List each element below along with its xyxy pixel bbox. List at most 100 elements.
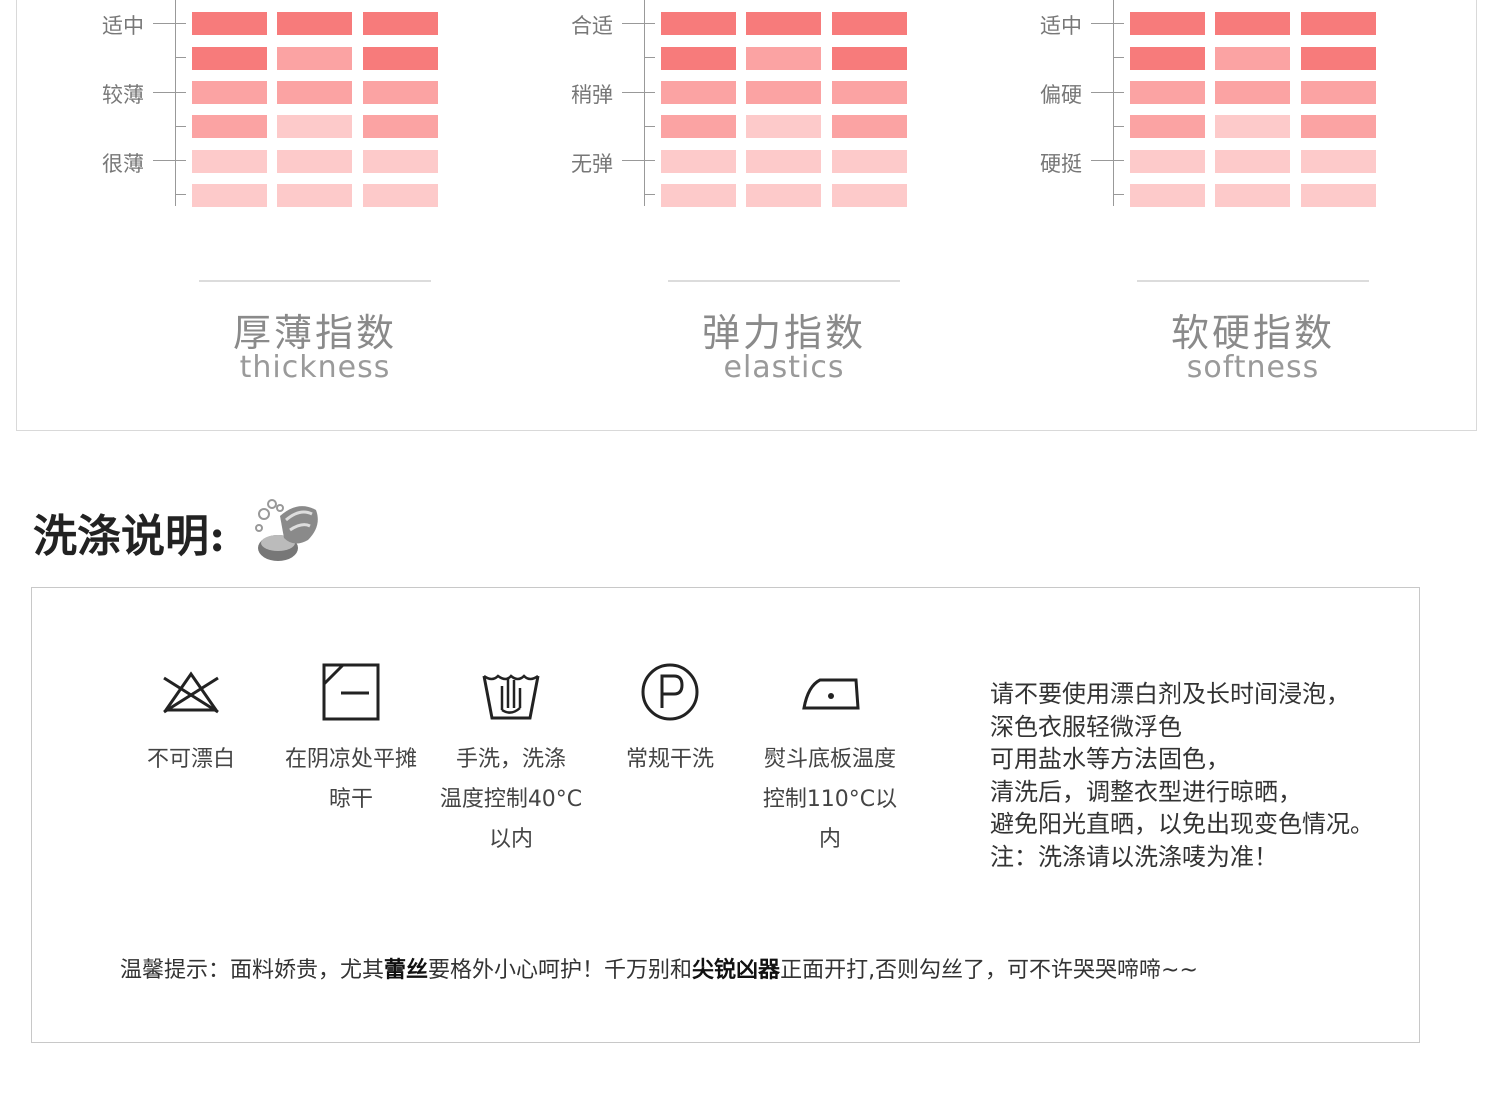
index-cell: [1301, 150, 1376, 173]
index-cell: [1130, 150, 1205, 173]
index-cell: [192, 150, 267, 173]
care-label-line: 不可漂白: [146, 747, 235, 772]
index-cell: [363, 47, 438, 70]
scale-tick: [644, 57, 655, 58]
index-cell: [192, 184, 267, 207]
index-cell: [1215, 184, 1290, 207]
scale-axis: [1113, 0, 1114, 206]
care-label-line: 常规干洗: [625, 747, 714, 772]
scale-label: 适中: [1040, 14, 1082, 38]
index-cell: [1215, 81, 1290, 104]
index-cell: [661, 150, 736, 173]
scale-tick: [622, 92, 655, 93]
note-line: 深色衣服轻微浮色: [990, 712, 1182, 741]
scale-tick: [1113, 57, 1124, 58]
no-bleach-icon: [160, 668, 222, 718]
index-grid: [192, 0, 438, 208]
scale-label: 稍弹: [571, 83, 613, 107]
scale-tick: [1091, 160, 1124, 161]
scale-tick: [153, 92, 186, 93]
care-label-line: 晾干: [328, 787, 373, 812]
index-cell: [1130, 115, 1205, 138]
index-cell: [661, 184, 736, 207]
care-label-hand-wash: 手洗，洗涤 温度控制40°C 以内: [431, 740, 591, 860]
dry-clean-p-icon: [640, 662, 700, 722]
index-cell: [1301, 81, 1376, 104]
tip-bold-text: 蕾丝: [384, 958, 429, 983]
index-grid: [661, 0, 907, 208]
scale-tick: [175, 57, 186, 58]
index-cell: [1130, 47, 1205, 70]
note-line: 避免阳光直晒，以免出现变色情况。: [990, 810, 1374, 838]
scale-label: 偏硬: [1040, 83, 1082, 107]
tip-bold-text: 尖锐凶器: [692, 958, 781, 983]
index-cell: [661, 81, 736, 104]
scale-tick: [622, 160, 655, 161]
care-label-line: 控制110°C以: [762, 787, 898, 812]
scale-tick: [1113, 126, 1124, 127]
index-cell: [192, 81, 267, 104]
index-cell: [277, 12, 352, 35]
index-cell: [832, 115, 907, 138]
index-cell: [1301, 47, 1376, 70]
care-label-line: 手洗，洗涤: [455, 747, 566, 772]
elastics-index: 合适 稍弹 无弹 弹力指数 elastics: [469, 0, 969, 400]
index-cell: [277, 115, 352, 138]
softness-index: 适中 偏硬 硬挺 软硬指数 softness: [938, 0, 1438, 400]
wash-section-title: 洗涤说明:: [33, 511, 226, 562]
care-label-line: 内: [818, 827, 841, 852]
index-subtitle: softness: [1186, 350, 1320, 385]
care-label-dry-clean: 常规干洗: [600, 740, 740, 780]
index-cell: [192, 12, 267, 35]
index-cell: [1215, 115, 1290, 138]
scale-tick: [175, 126, 186, 127]
index-cell: [661, 47, 736, 70]
care-label-line: 以内: [488, 827, 533, 852]
note-line: 请不要使用漂白剂及长时间浸泡，: [990, 680, 1350, 708]
care-label-flat-dry: 在阴凉处平摊 晾干: [271, 740, 431, 820]
thickness-index: 适中 较薄 很薄 厚薄指数 thickness: [0, 0, 500, 400]
index-grid: [1130, 0, 1376, 208]
care-label-no-bleach: 不可漂白: [126, 740, 256, 780]
index-cell: [746, 115, 821, 138]
index-cell: [1215, 47, 1290, 70]
index-cell: [1130, 12, 1205, 35]
scale-tick: [175, 194, 186, 195]
scale-tick: [1113, 194, 1124, 195]
index-cell: [192, 115, 267, 138]
divider: [1137, 280, 1369, 282]
scale-axis: [175, 0, 176, 206]
scale-tick: [1091, 92, 1124, 93]
care-label-iron: 熨斗底板温度 控制110°C以 内: [750, 740, 910, 860]
index-cell: [363, 115, 438, 138]
index-subtitle: thickness: [239, 350, 391, 385]
scale-tick: [622, 23, 655, 24]
index-cell: [1215, 12, 1290, 35]
index-cell: [277, 184, 352, 207]
index-cell: [832, 81, 907, 104]
scale-tick: [644, 194, 655, 195]
index-cell: [832, 12, 907, 35]
index-cell: [277, 47, 352, 70]
index-cell: [1301, 184, 1376, 207]
index-cell: [832, 184, 907, 207]
scale-tick: [153, 23, 186, 24]
index-title: 弹力指数: [701, 311, 866, 355]
scale-label: 硬挺: [1040, 152, 1082, 176]
index-cell: [277, 150, 352, 173]
scale-label: 无弹: [571, 152, 613, 176]
index-cell: [832, 150, 907, 173]
index-cell: [192, 47, 267, 70]
index-cell: [1301, 12, 1376, 35]
index-cell: [1215, 150, 1290, 173]
index-cell: [363, 184, 438, 207]
index-cell: [363, 12, 438, 35]
index-title: 厚薄指数: [232, 311, 397, 355]
note-line: 注：洗涤请以洗涤唛为准！: [990, 842, 1278, 871]
flat-dry-shade-icon: [321, 662, 381, 722]
index-cell: [363, 81, 438, 104]
scale-label: 适中: [102, 14, 144, 38]
index-cell: [746, 12, 821, 35]
scale-label: 很薄: [102, 152, 144, 176]
care-label-line: 熨斗底板温度: [763, 747, 896, 772]
